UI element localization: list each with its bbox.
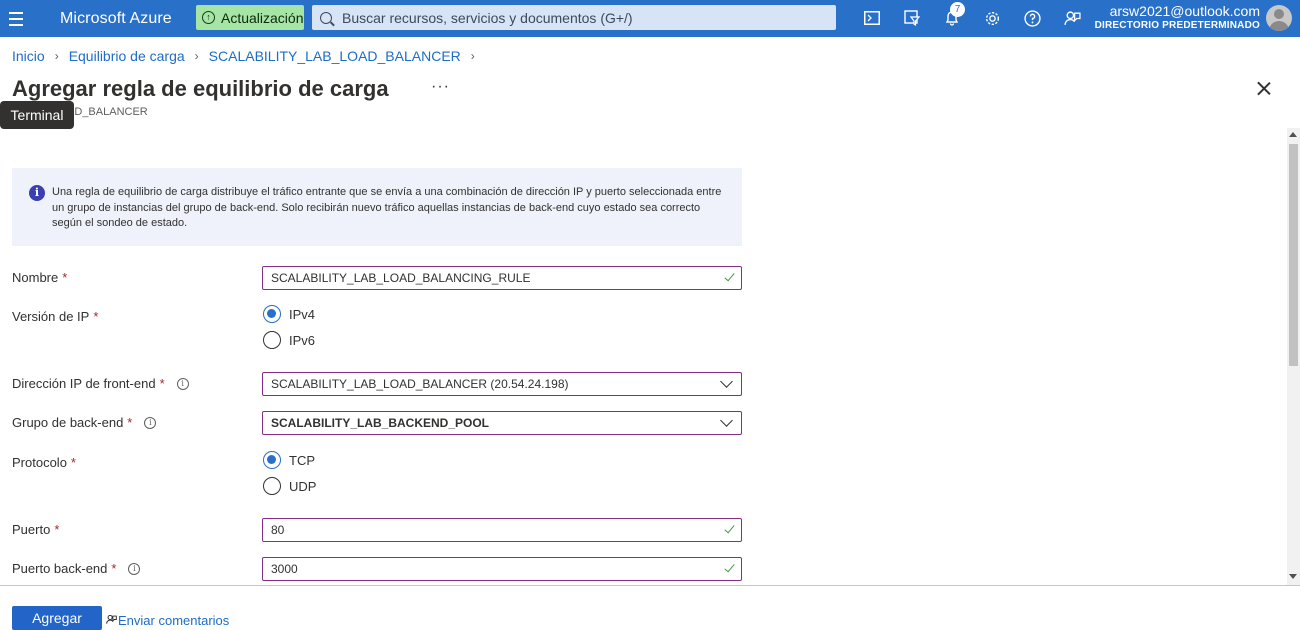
chevron-down-icon	[720, 414, 733, 427]
required-mark: *	[62, 270, 68, 285]
account-menu[interactable]: arsw2021@outlook.com DIRECTORIO PREDETER…	[1095, 3, 1260, 33]
chevron-right-icon: ›	[470, 49, 475, 63]
bell-icon[interactable]: 7	[942, 2, 965, 28]
scroll-up-icon[interactable]	[1289, 132, 1297, 137]
terminal-tooltip: Terminal	[0, 101, 74, 129]
backend-pool-label-text: Grupo de back-end	[12, 415, 124, 430]
backend-port-label-text: Puerto back-end	[12, 561, 108, 576]
required-mark: *	[111, 561, 117, 576]
required-mark: *	[159, 376, 165, 391]
menu-icon[interactable]	[0, 0, 32, 37]
update-button[interactable]: ↑ Actualización	[196, 5, 304, 30]
frontend-ip-value: SCALABILITY_LAB_LOAD_BALANCER (20.54.24.…	[271, 377, 569, 391]
name-label-text: Nombre	[12, 270, 59, 285]
send-feedback-link[interactable]: Enviar comentarios	[106, 613, 229, 628]
chevron-down-icon	[720, 375, 733, 388]
top-bar: Microsoft Azure ↑ Actualización Buscar r…	[0, 0, 1300, 37]
directory-filter-icon[interactable]	[902, 8, 922, 28]
radio-ipv6[interactable]: IPv6	[263, 331, 315, 349]
backend-port-field[interactable]: 3000	[262, 557, 742, 581]
protocol-label: Protocolo *	[12, 455, 76, 470]
search-icon	[320, 11, 332, 24]
close-icon[interactable]	[1256, 80, 1272, 96]
radio-selected-icon	[263, 451, 281, 469]
ip-version-label: Versión de IP *	[12, 309, 98, 324]
search-placeholder: Buscar recursos, servicios y documentos …	[342, 9, 633, 26]
protocol-label-text: Protocolo	[12, 455, 67, 470]
backend-pool-label: Grupo de back-end * i	[12, 415, 157, 430]
account-directory: DIRECTORIO PREDETERMINADO	[1094, 20, 1260, 31]
name-label: Nombre *	[12, 270, 67, 285]
radio-unselected-icon	[263, 331, 281, 349]
required-mark: *	[127, 415, 133, 430]
add-button[interactable]: Agregar	[12, 606, 102, 630]
scrollbar-thumb[interactable]	[1289, 144, 1298, 366]
radio-selected-icon	[263, 305, 281, 323]
check-icon	[723, 271, 735, 283]
radio-ipv6-label: IPv6	[289, 332, 316, 348]
frontend-ip-label: Dirección IP de front-end * i	[12, 376, 189, 391]
breadcrumb-home[interactable]: Inicio	[12, 48, 45, 64]
required-mark: *	[93, 309, 99, 324]
radio-ipv4-label: IPv4	[289, 306, 316, 322]
ip-version-label-text: Versión de IP	[12, 309, 90, 324]
page-title: Agregar regla de equilibrio de carga	[12, 76, 389, 101]
name-value: SCALABILITY_LAB_LOAD_BALANCING_RULE	[271, 271, 531, 285]
frontend-ip-select[interactable]: SCALABILITY_LAB_LOAD_BALANCER (20.54.24.…	[262, 372, 742, 396]
footer-bar: Agregar Enviar comentarios	[0, 585, 1300, 630]
frontend-ip-label-text: Dirección IP de front-end	[12, 376, 156, 391]
search-input[interactable]: Buscar recursos, servicios y documentos …	[312, 5, 836, 30]
arrow-up-icon: ↑	[202, 11, 215, 24]
radio-udp-label: UDP	[289, 478, 317, 494]
info-banner: i Una regla de equilibrio de carga distr…	[12, 168, 742, 246]
feedback-person-icon	[106, 614, 117, 628]
info-tooltip-icon[interactable]: i	[128, 562, 141, 575]
port-field[interactable]: 80	[262, 518, 742, 542]
avatar[interactable]	[1266, 5, 1292, 31]
radio-unselected-icon	[263, 477, 281, 495]
backend-port-value: 3000	[271, 562, 298, 576]
name-field[interactable]: SCALABILITY_LAB_LOAD_BALANCING_RULE	[262, 266, 742, 290]
info-text: Una regla de equilibrio de carga distrib…	[52, 186, 722, 229]
notification-badge: 7	[950, 2, 965, 17]
radio-tcp[interactable]: TCP	[263, 451, 315, 469]
gear-icon[interactable]	[982, 8, 1002, 28]
radio-tcp-label: TCP	[289, 452, 315, 468]
port-label-text: Puerto	[12, 522, 51, 537]
radio-ipv4[interactable]: IPv4	[263, 305, 315, 323]
brand-title[interactable]: Microsoft Azure	[60, 10, 172, 28]
breadcrumb: Inicio › Equilibrio de carga › SCALABILI…	[12, 48, 485, 64]
info-tooltip-icon[interactable]: i	[176, 377, 189, 390]
port-label: Puerto *	[12, 522, 59, 537]
breadcrumb-load-balancer[interactable]: SCALABILITY_LAB_LOAD_BALANCER	[209, 48, 461, 64]
account-email: arsw2021@outlook.com	[1109, 3, 1260, 19]
port-value: 80	[271, 523, 285, 537]
scrollbar[interactable]	[1287, 128, 1300, 585]
cloud-shell-icon[interactable]	[862, 8, 882, 28]
scroll-down-icon[interactable]	[1289, 574, 1297, 579]
backend-pool-select[interactable]: SCALABILITY_LAB_BACKEND_POOL	[262, 411, 742, 435]
breadcrumb-load-balancing[interactable]: Equilibrio de carga	[69, 48, 185, 64]
info-tooltip-icon[interactable]: i	[144, 416, 157, 429]
feedback-icon[interactable]	[1062, 8, 1082, 28]
feedback-label: Enviar comentarios	[118, 613, 230, 628]
info-icon: i	[29, 185, 45, 201]
chevron-right-icon: ›	[54, 49, 59, 63]
required-mark: *	[54, 522, 60, 537]
chevron-right-icon: ›	[194, 49, 199, 63]
backend-pool-value: SCALABILITY_LAB_BACKEND_POOL	[271, 416, 490, 430]
required-mark: *	[70, 455, 76, 470]
check-icon	[723, 562, 735, 574]
more-options-icon[interactable]: ···	[431, 78, 450, 96]
help-icon[interactable]	[1022, 8, 1042, 28]
check-icon	[723, 523, 735, 535]
backend-port-label: Puerto back-end * i	[12, 561, 141, 576]
radio-udp[interactable]: UDP	[263, 477, 316, 495]
update-label: Actualización	[221, 9, 304, 26]
